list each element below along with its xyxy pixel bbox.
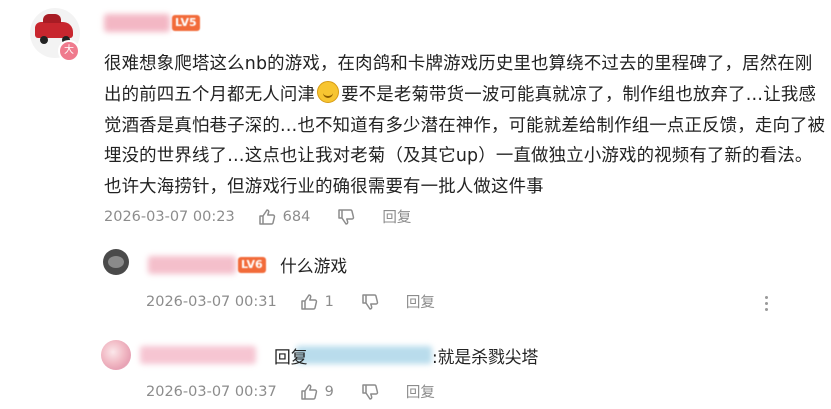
like-count: 684 [282, 208, 311, 225]
comment-date: 2026-03-07 00:23 [104, 208, 235, 225]
more-options-icon[interactable] [764, 296, 768, 314]
thumbs-up-icon[interactable] [257, 207, 277, 227]
thumbs-down-icon[interactable] [360, 292, 380, 312]
level-badge: LV5 [172, 15, 200, 31]
avatar-badge: 大 [58, 40, 80, 62]
reply-username-blurred[interactable] [148, 256, 236, 274]
reply-body: :就是杀戮尖塔 [432, 347, 539, 367]
level-badge: LV6 [238, 257, 266, 273]
reply-body: 什么游戏 [280, 256, 348, 276]
comment-meta: 2026-03-07 00:23 684 回复 [104, 206, 411, 227]
like-count: 9 [324, 383, 334, 400]
reply-date: 2026-03-07 00:37 [146, 383, 277, 400]
thumbs-up-icon[interactable] [299, 382, 319, 402]
reply-date: 2026-03-07 00:31 [146, 293, 277, 310]
reply-avatar[interactable] [103, 249, 129, 275]
reply-button[interactable]: 回复 [382, 206, 411, 227]
reply-username-blurred[interactable] [140, 346, 256, 364]
replied-to-username-blurred[interactable] [296, 346, 432, 364]
like-count: 1 [324, 293, 334, 310]
reply-meta: 2026-03-07 00:37 9 回复 [146, 381, 435, 402]
reply-avatar[interactable] [101, 340, 131, 370]
reply-prefix: 回复 [274, 347, 308, 367]
commenter-username-blurred[interactable] [104, 14, 170, 32]
laughing-crying-emoji-icon [317, 80, 340, 103]
thumbs-up-icon[interactable] [299, 292, 319, 312]
reply-meta: 2026-03-07 00:31 1 回复 [146, 291, 435, 312]
thumbs-down-icon[interactable] [336, 207, 356, 227]
reply-button[interactable]: 回复 [406, 291, 435, 312]
thumbs-down-icon[interactable] [360, 382, 380, 402]
comment-body: 很难想象爬塔这么nb的游戏，在肉鸽和卡牌游戏历史里也算绕不过去的里程碑了，居然在… [104, 49, 828, 203]
reply-button[interactable]: 回复 [406, 381, 435, 402]
wheel-shape [40, 36, 48, 44]
